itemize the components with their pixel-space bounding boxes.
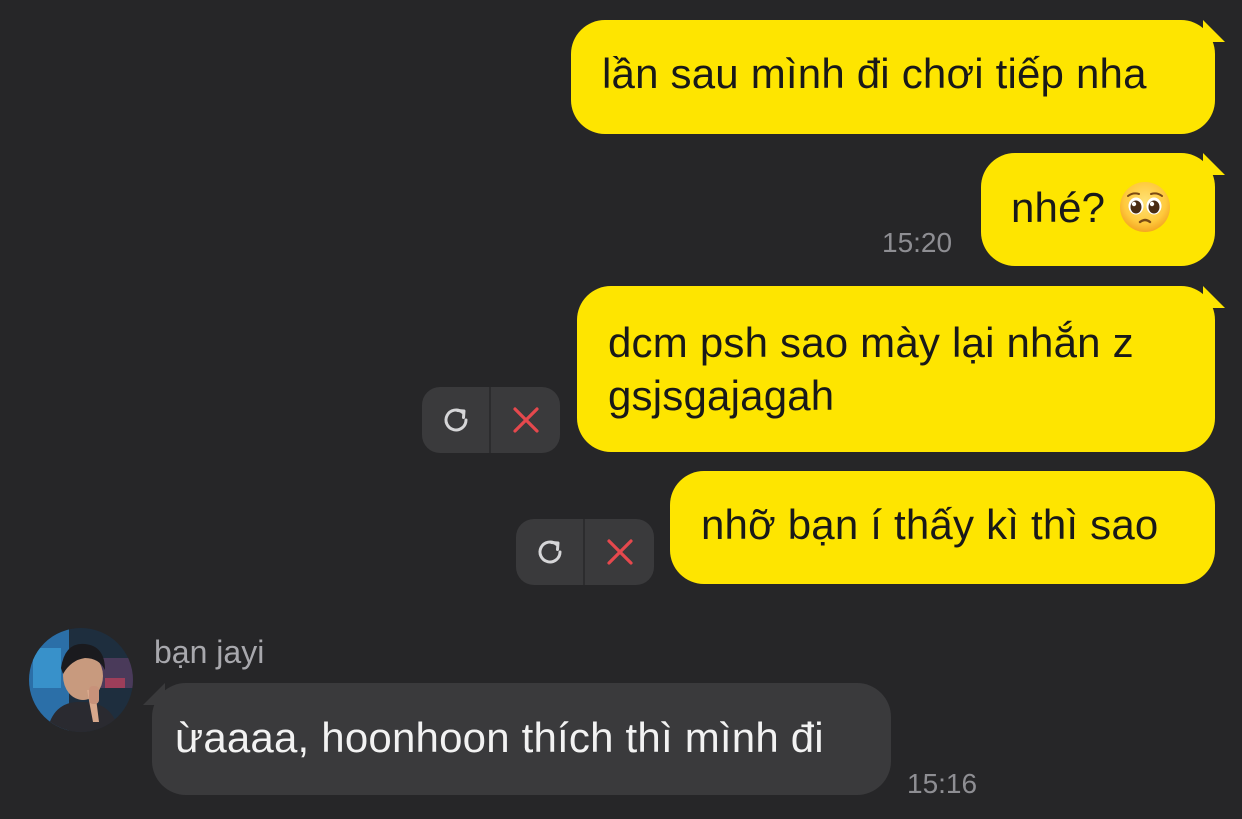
delete-button[interactable] (491, 387, 560, 453)
bubble-tail (1203, 153, 1225, 175)
message-text-line: dcm psh sao mày lại nhắn z (608, 319, 1134, 366)
message-text: lần sau mình đi chơi tiếp nha (602, 50, 1147, 97)
outgoing-message[interactable]: nhỡ bạn í thấy kì thì sao (670, 471, 1215, 584)
message-timestamp: 15:20 (882, 227, 953, 258)
message-text-line: gsjsgajagah (608, 372, 835, 419)
bubble-tail (143, 683, 165, 705)
incoming-message[interactable]: ừaaaa, hoonhoon thích thì mình đi (143, 683, 891, 795)
retry-button[interactable] (516, 519, 585, 585)
message-text: nhé? (1011, 184, 1106, 231)
failed-message-actions (422, 387, 560, 453)
message-text: nhỡ bạn í thấy kì thì sao (701, 501, 1159, 548)
retry-icon (444, 408, 467, 432)
delete-button[interactable] (585, 519, 654, 585)
sender-name: bạn jayi (154, 634, 265, 670)
bubble-tail (1203, 286, 1225, 308)
outgoing-message[interactable]: lần sau mình đi chơi tiếp nha (571, 20, 1225, 134)
retry-icon (538, 540, 561, 564)
message-timestamp: 15:16 (907, 768, 978, 799)
bubble-tail (1203, 20, 1225, 42)
pleading-face-emoji-icon (1120, 181, 1171, 232)
avatar[interactable] (29, 628, 133, 732)
outgoing-message[interactable]: dcm psh sao mày lại nhắn z gsjsgajagah (577, 286, 1225, 452)
outgoing-message[interactable]: nhé? (981, 153, 1225, 266)
failed-message-actions (516, 519, 654, 585)
message-text: ừaaaa, hoonhoon thích thì mình đi (175, 714, 824, 761)
retry-button[interactable] (422, 387, 491, 453)
close-icon (512, 407, 539, 433)
profile-photo-icon (29, 628, 133, 732)
close-icon (606, 539, 633, 565)
